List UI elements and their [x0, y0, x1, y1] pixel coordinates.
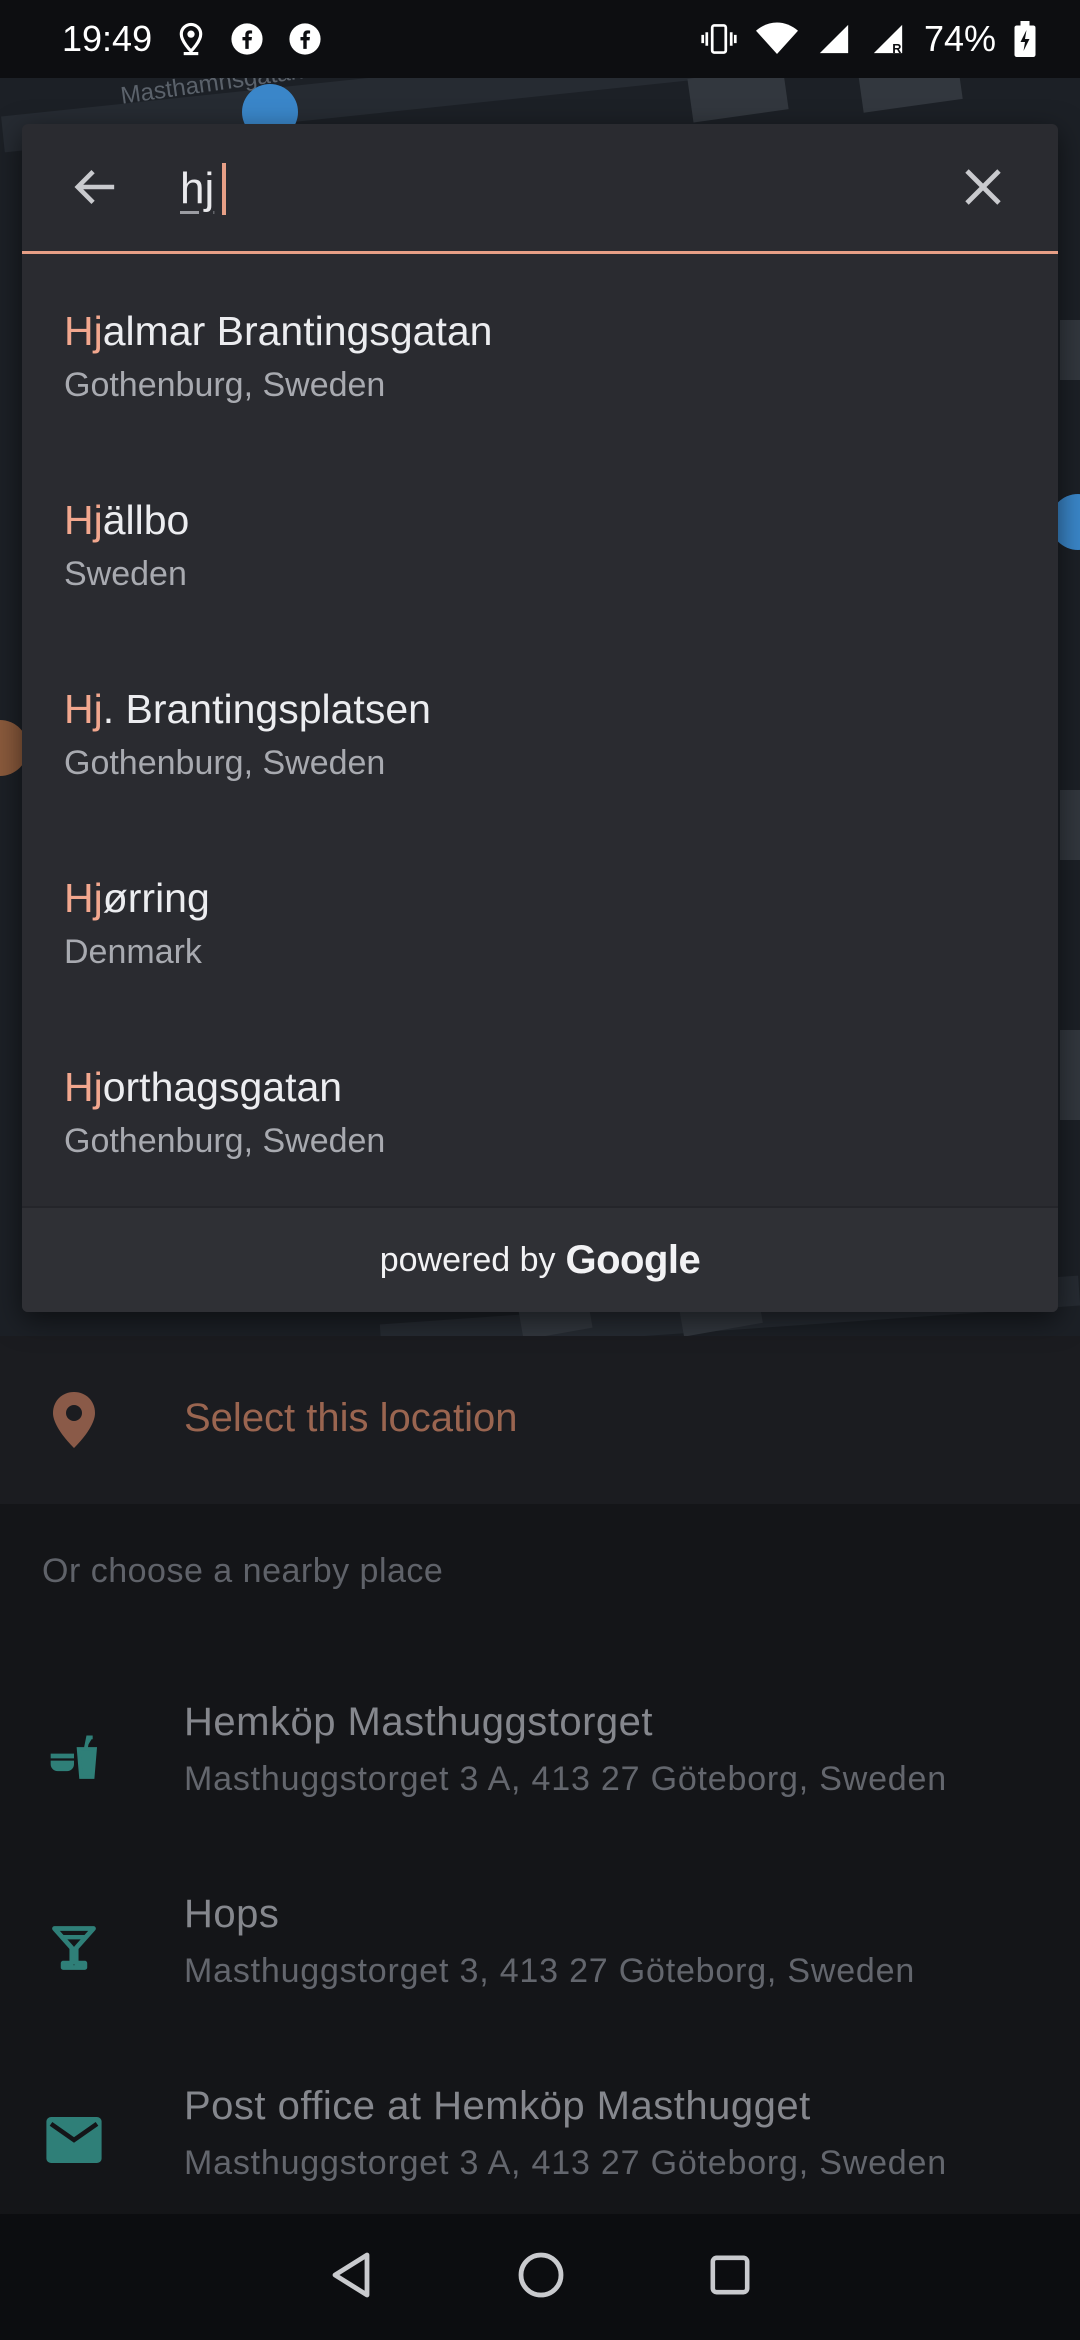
home-nav-icon[interactable] — [517, 2251, 565, 2304]
search-bar — [22, 124, 1058, 254]
powered-by-google: powered by Google — [22, 1206, 1058, 1312]
result-title-rest: ällbo — [102, 497, 190, 543]
result-title-rest: . Brantingsplatsen — [102, 686, 431, 732]
result-title: Hjalmar Brantingsgatan — [64, 308, 492, 355]
grocery-icon — [44, 1726, 104, 1786]
place-address: Masthuggstorget 3 A, 413 27 Göteborg, Sw… — [184, 2144, 947, 2182]
attribution-prefix: powered by — [379, 1240, 556, 1279]
system-nav-bar — [0, 2214, 1080, 2340]
facebook-icon — [230, 22, 264, 56]
nearby-place-item[interactable]: Hops Masthuggstorget 3, 413 27 Göteborg,… — [0, 1856, 1080, 2048]
nearby-place-item[interactable]: Post office at Hemköp Masthugget Masthug… — [0, 2048, 1080, 2240]
vibrate-icon — [700, 22, 738, 56]
battery-charging-icon — [1014, 21, 1036, 57]
result-title-rest: orthagsgatan — [102, 1064, 343, 1110]
wifi-icon — [755, 22, 798, 56]
result-title-match: Hj — [64, 1064, 103, 1110]
result-title-match: Hj — [64, 308, 103, 354]
search-result-item[interactable]: Hjalmar Brantingsgatan Gothenburg, Swede… — [22, 258, 1058, 447]
place-address: Masthuggstorget 3, 413 27 Göteborg, Swed… — [184, 1952, 916, 1990]
signal-icon — [816, 22, 852, 56]
clear-search-button[interactable] — [952, 158, 1014, 220]
result-title: Hjørring — [64, 875, 210, 922]
nearby-places-heading: Or choose a nearby place — [42, 1552, 444, 1590]
select-location-label: Select this location — [184, 1396, 518, 1440]
place-name: Hemköp Masthuggstorget — [184, 1700, 654, 1744]
result-title: Hjorthagsgatan — [64, 1064, 342, 1111]
cocktail-bar-icon — [44, 1918, 104, 1978]
result-title-rest: ørring — [102, 875, 210, 921]
place-name: Hops — [184, 1892, 280, 1936]
result-subtitle: Gothenburg, Sweden — [64, 1122, 386, 1160]
result-title-match: Hj — [64, 686, 103, 732]
mail-icon — [44, 2110, 104, 2170]
location-pin-icon — [50, 1390, 98, 1455]
location-icon — [176, 22, 206, 56]
status-time: 19:49 — [62, 18, 153, 59]
search-autocomplete-card: Hjalmar Brantingsgatan Gothenburg, Swede… — [22, 124, 1058, 1312]
place-address: Masthuggstorget 3 A, 413 27 Göteborg, Sw… — [184, 1760, 947, 1798]
search-input[interactable] — [180, 164, 220, 214]
arrow-back-icon — [72, 167, 118, 212]
facebook-icon — [288, 22, 322, 56]
result-subtitle: Sweden — [64, 555, 187, 593]
result-subtitle: Gothenburg, Sweden — [64, 744, 386, 782]
back-nav-icon[interactable] — [329, 2251, 373, 2304]
recents-nav-icon[interactable] — [709, 2254, 751, 2301]
result-title: Hjällbo — [64, 497, 189, 544]
google-logo: Google — [565, 1237, 701, 1282]
status-bar: 19:49 R 74% — [0, 0, 1080, 78]
close-icon — [963, 167, 1003, 212]
result-title-match: Hj — [64, 875, 103, 921]
result-subtitle: Gothenburg, Sweden — [64, 366, 386, 404]
search-result-item[interactable]: Hjällbo Sweden — [22, 447, 1058, 636]
battery-percent: 74% — [923, 18, 996, 59]
back-button[interactable] — [64, 158, 126, 220]
location-sheet: Select this location Or choose a nearby … — [0, 1336, 1080, 2214]
place-name: Post office at Hemköp Masthugget — [184, 2084, 811, 2128]
result-title: Hj. Brantingsplatsen — [64, 686, 431, 733]
text-cursor — [222, 163, 226, 215]
svg-text:R: R — [892, 41, 901, 56]
result-subtitle: Denmark — [64, 933, 202, 971]
search-result-item[interactable]: Hj. Brantingsplatsen Gothenburg, Sweden — [22, 636, 1058, 825]
nearby-place-item[interactable]: Hemköp Masthuggstorget Masthuggstorget 3… — [0, 1664, 1080, 1856]
result-title-match: Hj — [64, 497, 103, 543]
search-result-item[interactable]: Hjorthagsgatan Gothenburg, Sweden — [22, 1014, 1058, 1203]
search-result-item[interactable]: Hjørring Denmark — [22, 825, 1058, 1014]
select-location-button[interactable]: Select this location — [0, 1336, 1080, 1504]
signal-roaming-icon: R — [870, 22, 906, 56]
result-title-rest: almar Brantingsgatan — [102, 308, 493, 354]
